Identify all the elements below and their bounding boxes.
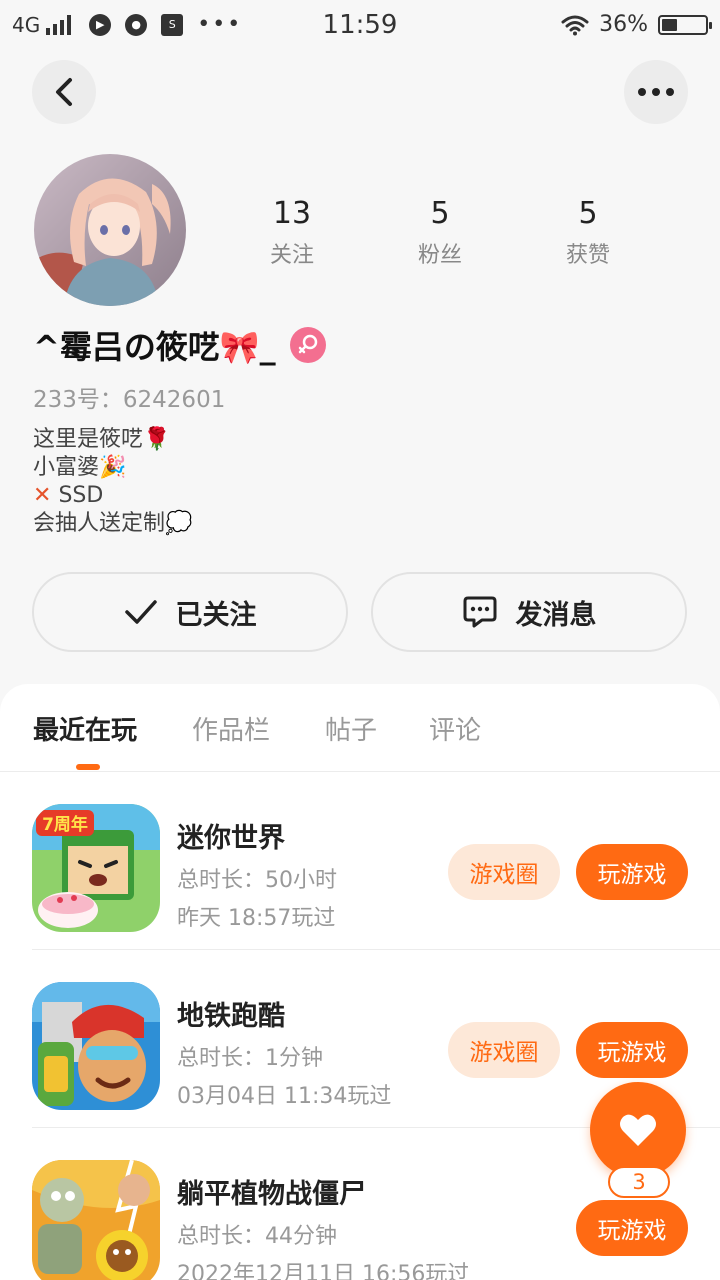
followed-button[interactable]: 已关注 bbox=[32, 572, 348, 652]
like-fab-button[interactable] bbox=[590, 1082, 686, 1178]
tab-indicator bbox=[76, 764, 100, 770]
game-circle-button[interactable]: 游戏圈 bbox=[448, 1022, 560, 1078]
username: ^霉吕の筱呓🎀_ bbox=[33, 328, 276, 366]
anniversary-badge: 7周年 bbox=[42, 814, 88, 835]
stat-followers[interactable]: 5 粉丝 bbox=[380, 196, 500, 269]
play-game-button[interactable]: 玩游戏 bbox=[576, 1200, 688, 1256]
bio: 这里是筱呓🌹 小富婆🎉 ✕ SSD 会抽人送定制💭 bbox=[33, 426, 192, 538]
game-duration: 总时长：44分钟 bbox=[177, 1224, 337, 1249]
status-right: 36% bbox=[561, 12, 712, 37]
female-icon bbox=[289, 327, 326, 363]
heart-icon bbox=[620, 1114, 656, 1146]
game-last-played: 昨天 18:57玩过 bbox=[177, 906, 336, 931]
tab-recently-played[interactable]: 最近在玩 bbox=[33, 710, 137, 747]
user-id: 233号：6242601 bbox=[33, 387, 226, 413]
bio-line-ssd: ✕ SSD bbox=[33, 482, 192, 510]
game-name: 地铁跑酷 bbox=[177, 1001, 285, 1032]
stat-value: 13 bbox=[272, 196, 312, 231]
game-duration: 总时长：50小时 bbox=[177, 868, 337, 893]
bio-line: 小富婆🎉 bbox=[33, 455, 127, 480]
tab-comments[interactable]: 评论 bbox=[429, 710, 481, 747]
wifi-icon bbox=[561, 15, 589, 35]
stat-value: 5 bbox=[430, 196, 450, 231]
play-game-button[interactable]: 玩游戏 bbox=[576, 1022, 688, 1078]
status-bar: 4G ▶ ● S ••• 11:59 36% bbox=[0, 0, 720, 50]
game-icon-mini-world[interactable]: 7周年 bbox=[32, 804, 160, 932]
stat-label: 粉丝 bbox=[417, 243, 462, 268]
game-last-played: 03月04日 11:34玩过 bbox=[177, 1084, 392, 1109]
bio-line: 会抽人送定制💭 bbox=[33, 511, 193, 536]
bio-line: SSD bbox=[58, 483, 104, 508]
more-icon bbox=[638, 88, 674, 96]
game-item[interactable]: 7周年 迷你世界 总时长：50小时 昨天 18:57玩过 游戏圈 玩游戏 bbox=[0, 772, 720, 950]
stat-value: 5 bbox=[578, 196, 598, 231]
battery-percent: 36% bbox=[599, 12, 648, 37]
back-button[interactable] bbox=[32, 60, 96, 124]
send-message-button[interactable]: 发消息 bbox=[371, 572, 687, 652]
game-icon-subway-surfers[interactable] bbox=[32, 982, 160, 1110]
stat-label: 获赞 bbox=[565, 243, 610, 268]
stat-likes[interactable]: 5 获赞 bbox=[528, 196, 648, 269]
game-name: 迷你世界 bbox=[177, 823, 285, 854]
tab-works[interactable]: 作品栏 bbox=[192, 710, 270, 747]
avatar[interactable] bbox=[34, 154, 186, 306]
game-name: 躺平植物战僵尸 bbox=[177, 1179, 366, 1210]
followed-label: 已关注 bbox=[175, 599, 257, 631]
bio-line: 这里是筱呓🌹 bbox=[33, 427, 171, 452]
game-icon-plants-zombies[interactable] bbox=[32, 1160, 160, 1280]
game-duration: 总时长：1分钟 bbox=[177, 1046, 323, 1071]
send-message-label: 发消息 bbox=[515, 599, 597, 631]
chat-icon bbox=[463, 596, 496, 628]
game-last-played: 2022年12月11日 16:56玩过 bbox=[177, 1262, 470, 1280]
check-icon bbox=[124, 600, 157, 624]
more-button[interactable] bbox=[624, 60, 688, 124]
tab-posts[interactable]: 帖子 bbox=[325, 710, 377, 747]
username-row: ^霉吕の筱呓🎀_ bbox=[33, 322, 326, 368]
battery-level bbox=[662, 18, 677, 31]
cross-icon: ✕ bbox=[33, 483, 52, 508]
avatar-image bbox=[34, 154, 186, 306]
stat-following[interactable]: 13 关注 bbox=[232, 196, 352, 269]
stat-label: 关注 bbox=[269, 243, 314, 268]
battery-icon bbox=[658, 14, 712, 35]
back-icon bbox=[56, 78, 72, 106]
like-count-badge: 3 bbox=[608, 1166, 670, 1198]
tab-bar: 最近在玩 作品栏 帖子 评论 bbox=[0, 684, 720, 772]
game-circle-button[interactable]: 游戏圈 bbox=[448, 844, 560, 900]
play-game-button[interactable]: 玩游戏 bbox=[576, 844, 688, 900]
